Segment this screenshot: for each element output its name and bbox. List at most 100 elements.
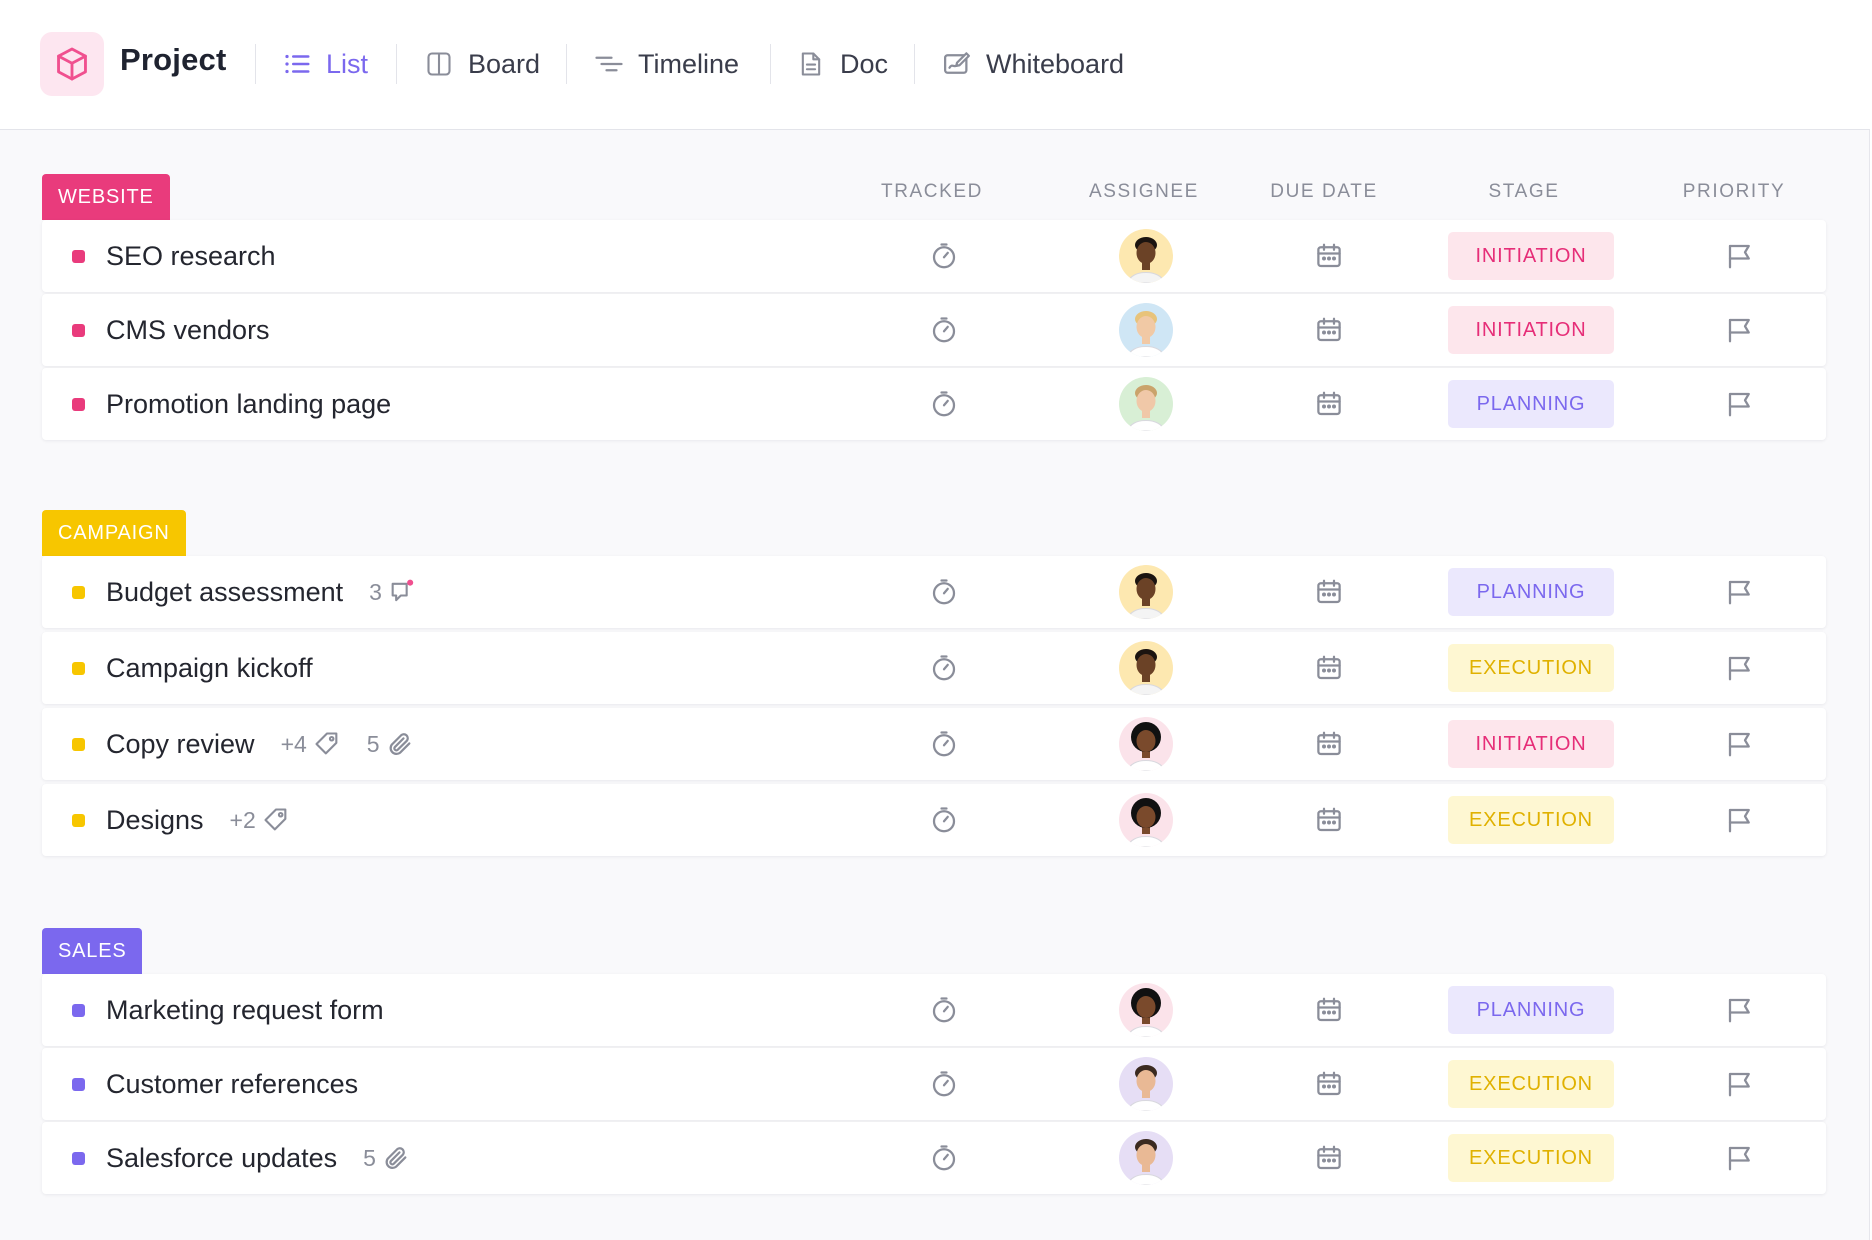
task-row[interactable]: CMS vendors INITIATION [42,294,1826,366]
stage-badge[interactable]: EXECUTION [1448,644,1614,692]
stage-badge[interactable]: PLANNING [1448,986,1614,1034]
flag-icon[interactable] [1712,368,1768,440]
task-title[interactable]: CMS vendors [106,315,270,346]
task-title[interactable]: Salesforce updates [106,1143,337,1174]
task-status-dot[interactable] [72,1152,85,1165]
avatar[interactable] [1119,793,1173,847]
group-tag-sales[interactable]: SALES [42,928,142,974]
tag-count[interactable]: +2 [230,806,290,834]
task-title[interactable]: Designs [106,805,204,836]
calendar-icon[interactable] [1304,1122,1354,1194]
column-header-stage[interactable]: STAGE [1454,181,1594,203]
assignee-avatar-cell[interactable] [1118,708,1174,780]
assignee-avatar-cell[interactable] [1118,368,1174,440]
task-row[interactable]: SEO research INITIATION [42,220,1826,292]
stage-badge[interactable]: EXECUTION [1448,1060,1614,1108]
tab-board[interactable]: Board [422,40,540,88]
avatar[interactable] [1119,229,1173,283]
assignee-avatar-cell[interactable] [1118,294,1174,366]
group-tag-website[interactable]: WEBSITE [42,174,170,220]
avatar[interactable] [1119,303,1173,357]
avatar[interactable] [1119,983,1173,1037]
timer-icon[interactable] [914,708,974,780]
avatar[interactable] [1119,717,1173,771]
stage-badge[interactable]: INITIATION [1448,232,1614,280]
task-title[interactable]: Customer references [106,1069,358,1100]
calendar-icon[interactable] [1304,974,1354,1046]
assignee-avatar-cell[interactable] [1118,974,1174,1046]
flag-icon[interactable] [1712,1122,1768,1194]
group-tag-campaign[interactable]: CAMPAIGN [42,510,186,556]
task-row[interactable]: Copy review +45 INITIATION [42,708,1826,780]
column-header-priority[interactable]: PRIORITY [1664,181,1804,203]
cube-icon[interactable] [40,32,104,96]
task-status-dot[interactable] [72,1004,85,1017]
task-row[interactable]: Salesforce updates 5 EXECUTION [42,1122,1826,1194]
assignee-avatar-cell[interactable] [1118,632,1174,704]
column-header-tracked[interactable]: TRACKED [862,181,1002,203]
stage-badge[interactable]: INITIATION [1448,720,1614,768]
calendar-icon[interactable] [1304,708,1354,780]
timer-icon[interactable] [914,1048,974,1120]
task-title[interactable]: SEO research [106,241,276,272]
tab-list[interactable]: List [280,40,368,88]
task-row[interactable]: Marketing request form PLANNING [42,974,1826,1046]
column-header-assignee[interactable]: ASSIGNEE [1074,181,1214,203]
flag-icon[interactable] [1712,784,1768,856]
timer-icon[interactable] [914,784,974,856]
assignee-avatar-cell[interactable] [1118,220,1174,292]
stage-badge[interactable]: EXECUTION [1448,796,1614,844]
task-title[interactable]: Promotion landing page [106,389,391,420]
task-title[interactable]: Budget assessment [106,577,343,608]
timer-icon[interactable] [914,368,974,440]
calendar-icon[interactable] [1304,632,1354,704]
calendar-icon[interactable] [1304,368,1354,440]
avatar[interactable] [1119,1131,1173,1185]
timer-icon[interactable] [914,974,974,1046]
calendar-icon[interactable] [1304,784,1354,856]
task-row[interactable]: Budget assessment 3 PLANNING [42,556,1826,628]
flag-icon[interactable] [1712,974,1768,1046]
task-status-dot[interactable] [72,586,85,599]
timer-icon[interactable] [914,1122,974,1194]
calendar-icon[interactable] [1304,556,1354,628]
tab-doc[interactable]: Doc [794,40,888,88]
task-status-dot[interactable] [72,738,85,751]
timer-icon[interactable] [914,220,974,292]
task-status-dot[interactable] [72,662,85,675]
tag-count[interactable]: +4 [281,730,341,758]
flag-icon[interactable] [1712,632,1768,704]
task-title[interactable]: Marketing request form [106,995,384,1026]
task-row[interactable]: Campaign kickoff EXECUTION [42,632,1826,704]
stage-badge[interactable]: PLANNING [1448,380,1614,428]
stage-badge[interactable]: PLANNING [1448,568,1614,616]
timer-icon[interactable] [914,294,974,366]
assignee-avatar-cell[interactable] [1118,784,1174,856]
stage-badge[interactable]: EXECUTION [1448,1134,1614,1182]
task-row[interactable]: Customer references EXECUTION [42,1048,1826,1120]
avatar[interactable] [1119,565,1173,619]
assignee-avatar-cell[interactable] [1118,556,1174,628]
avatar[interactable] [1119,377,1173,431]
attachment-count[interactable]: 5 [367,730,414,758]
flag-icon[interactable] [1712,556,1768,628]
task-status-dot[interactable] [72,814,85,827]
task-status-dot[interactable] [72,324,85,337]
tab-whiteboard[interactable]: Whiteboard [940,40,1124,88]
column-header-due-date[interactable]: DUE DATE [1254,181,1394,203]
assignee-avatar-cell[interactable] [1118,1122,1174,1194]
task-status-dot[interactable] [72,1078,85,1091]
timer-icon[interactable] [914,556,974,628]
task-status-dot[interactable] [72,250,85,263]
task-status-dot[interactable] [72,398,85,411]
flag-icon[interactable] [1712,220,1768,292]
task-row[interactable]: Designs +2 EXECUTION [42,784,1826,856]
flag-icon[interactable] [1712,1048,1768,1120]
calendar-icon[interactable] [1304,220,1354,292]
avatar[interactable] [1119,1057,1173,1111]
calendar-icon[interactable] [1304,294,1354,366]
comment-count[interactable]: 3 [369,578,416,606]
flag-icon[interactable] [1712,294,1768,366]
attachment-count[interactable]: 5 [363,1144,410,1172]
timer-icon[interactable] [914,632,974,704]
